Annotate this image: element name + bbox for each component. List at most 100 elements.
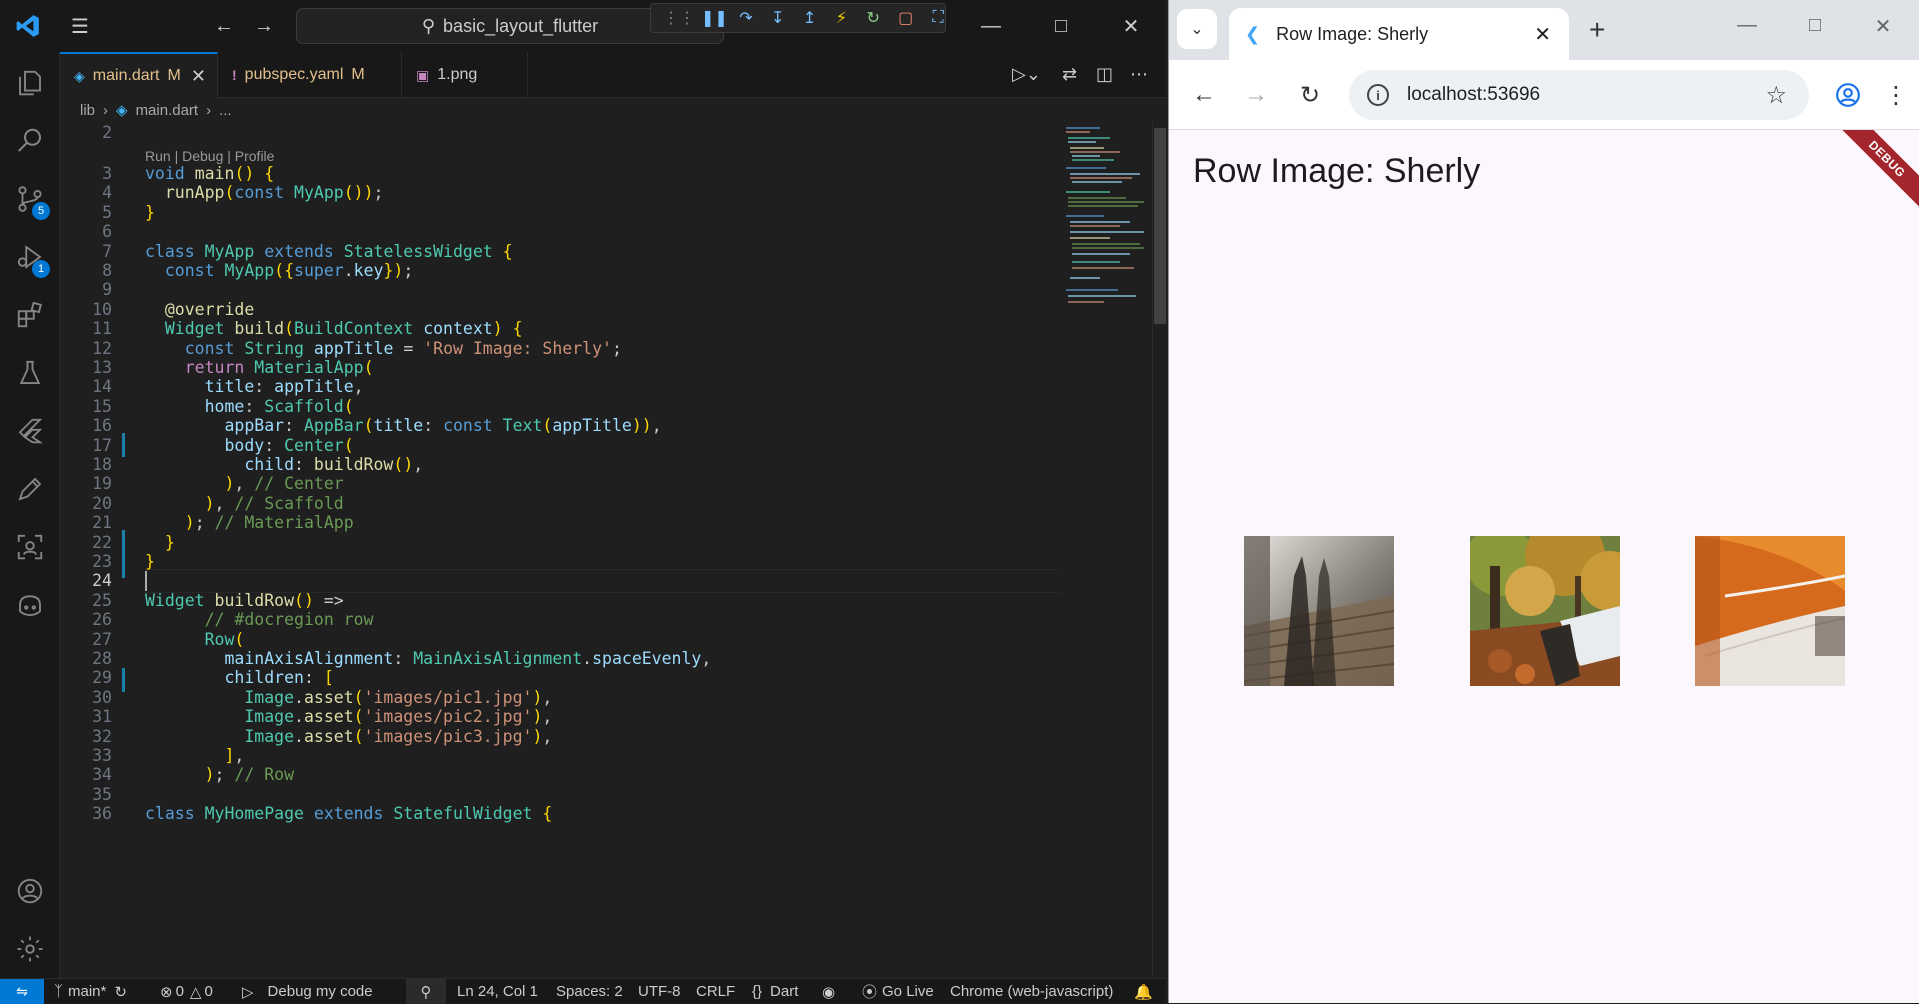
code-editor[interactable]: Run | Debug | Profile 2 3 void main() {4 r… (60, 120, 1105, 978)
back-arrow-icon[interactable]: ← (1187, 78, 1221, 112)
image-row (1169, 536, 1919, 686)
minimap-preview (1066, 127, 1144, 303)
broadcast-icon: ⦿ (862, 984, 878, 1001)
bookmark-star-icon[interactable]: ☆ (1765, 81, 1787, 110)
stop-icon[interactable]: ▢ (898, 8, 913, 28)
close-tab-icon[interactable]: ✕ (1534, 22, 1551, 47)
forward-arrow-icon[interactable]: → (1239, 78, 1273, 112)
chrome-tab-strip: ⌄ ❮ Row Image: Sherly ✕ + — □ ✕ (1169, 0, 1919, 60)
copilot-status-icon[interactable]: ◉ (822, 979, 835, 1004)
breadcrumb-item[interactable]: main.dart (136, 102, 199, 119)
tab-1-png[interactable]: ▣ 1.png (402, 52, 528, 98)
code-line[interactable]: 2 (60, 120, 1060, 144)
tab-label: 1.png (437, 66, 478, 83)
address-bar[interactable]: i localhost:53696 ☆ (1349, 70, 1809, 120)
flutter-app-viewport: Row Image: Sherly DEBUG (1169, 130, 1919, 1003)
search-icon[interactable] (0, 116, 60, 166)
go-live-button[interactable]: ⦿ Go Live (862, 979, 934, 1004)
language-mode[interactable]: {} Dart (752, 979, 798, 1004)
source-control-icon[interactable]: 5 (0, 174, 60, 224)
split-editor-icon[interactable]: ◫ (1096, 64, 1113, 85)
drag-handle-icon[interactable]: ⋮⋮ (663, 8, 695, 28)
indentation[interactable]: Spaces: 2 (556, 979, 623, 1004)
compare-changes-icon[interactable]: ⇄ (1062, 64, 1077, 85)
manage-gear-icon[interactable] (0, 924, 60, 974)
more-actions-icon[interactable]: ⋯ (1130, 64, 1148, 85)
breadcrumb-item[interactable]: ... (219, 102, 232, 119)
vertical-scrollbar[interactable] (1152, 122, 1166, 978)
forward-arrow-icon[interactable]: → (250, 12, 278, 40)
tab-pubspec-yaml[interactable]: ! pubspec.yaml M (218, 52, 402, 98)
scrollbar-thumb[interactable] (1154, 128, 1166, 324)
step-over-icon[interactable]: ↷ (739, 8, 753, 28)
pic1-image (1244, 536, 1395, 686)
problems-indicator[interactable]: ⊗ 0 △ 0 (160, 979, 213, 1004)
encoding[interactable]: UTF-8 (638, 979, 681, 1004)
chrome-toolbar: ← → ↻ i localhost:53696 ☆ ⋮ (1169, 60, 1919, 130)
minimize-icon[interactable]: — (968, 10, 1014, 42)
step-into-icon[interactable]: ↧ (771, 8, 785, 28)
line-ending[interactable]: CRLF (696, 979, 735, 1004)
site-info-icon[interactable]: i (1367, 84, 1389, 106)
testing-icon[interactable] (0, 348, 60, 398)
pause-icon[interactable]: ❚❚ (701, 8, 728, 28)
menu-icon[interactable]: ☰ (66, 12, 94, 40)
profile-icon[interactable] (1831, 78, 1865, 112)
braces-icon: {} (752, 983, 763, 1000)
maximize-icon[interactable]: □ (1038, 10, 1084, 42)
zoom-search-icon[interactable]: ⚲ (406, 979, 446, 1004)
notifications-bell-icon[interactable]: 🔔 (1134, 979, 1153, 1004)
remote-indicator-icon[interactable]: ⇋ (0, 978, 44, 1004)
remote-explorer-icon[interactable] (0, 522, 60, 572)
explorer-icon[interactable] (0, 58, 60, 108)
hot-reload-icon[interactable]: ⚡ (834, 8, 848, 28)
tab-label: main.dart (92, 67, 160, 84)
url-text: localhost:53696 (1407, 84, 1541, 105)
tab-search-chevron-icon[interactable]: ⌄ (1177, 9, 1217, 49)
source-control-badge: 5 (32, 202, 50, 220)
debug-config[interactable]: ▷ Debug my code (242, 979, 373, 1004)
inspect-icon[interactable]: ⛶ (931, 9, 945, 27)
accounts-icon[interactable] (0, 866, 60, 916)
chevron-right-icon: › (206, 101, 212, 119)
run-debug-dropdown-icon[interactable]: ▷⌄ (1012, 64, 1041, 85)
cursor-position[interactable]: Ln 24, Col 1 (457, 979, 538, 1004)
yaml-icon: ! (232, 67, 237, 83)
breadcrumb: lib › ◈ main.dart › ... (60, 98, 1060, 122)
reload-icon[interactable]: ↻ (1293, 78, 1327, 112)
code-text: class MyHomePage extends StatefulWidget … (145, 804, 553, 824)
command-center-label: basic_layout_flutter (443, 15, 599, 36)
close-icon[interactable]: ✕ (191, 66, 206, 87)
close-window-icon[interactable]: ✕ (1863, 14, 1903, 39)
flutter-icon[interactable] (0, 406, 60, 456)
copilot-icon[interactable] (0, 580, 60, 630)
tab-main-dart[interactable]: ◈ main.dart M ✕ (60, 52, 218, 98)
close-window-icon[interactable]: ✕ (1108, 10, 1154, 42)
debug-icon: ▷ (242, 983, 254, 1001)
maximize-icon[interactable]: □ (1795, 14, 1835, 37)
branch-name: main* (68, 983, 107, 1000)
branch-indicator[interactable]: ᛉ main* ↻ (54, 979, 127, 1004)
tab-status: M (351, 66, 365, 83)
warning-count: 0 (204, 983, 213, 1000)
step-out-icon[interactable]: ↥ (803, 8, 817, 28)
extensions-icon[interactable] (0, 290, 60, 340)
sync-icon[interactable]: ↻ (114, 983, 127, 1001)
device-selector[interactable]: Chrome (web-javascript) (950, 979, 1113, 1004)
line-number: 36 (92, 804, 112, 824)
back-arrow-icon[interactable]: ← (210, 12, 238, 40)
pen-icon[interactable] (0, 464, 60, 514)
activity-bar: 5 1 (0, 52, 60, 978)
minimize-icon[interactable]: — (1727, 14, 1767, 37)
new-tab-plus-icon[interactable]: + (1589, 14, 1605, 46)
run-debug-icon[interactable]: 1 (0, 232, 60, 282)
minimap[interactable] (1060, 122, 1152, 978)
restart-icon[interactable]: ↻ (866, 8, 880, 28)
chrome-tab[interactable]: ❮ Row Image: Sherly ✕ (1229, 8, 1569, 60)
breadcrumb-item[interactable]: lib (80, 102, 95, 119)
more-menu-icon[interactable]: ⋮ (1879, 78, 1913, 112)
pic3-image (1694, 536, 1845, 686)
code-line[interactable]: 36 class MyHomePage extends StatefulWidge… (60, 802, 1060, 826)
dart-icon: ◈ (74, 67, 85, 84)
chevron-right-icon: › (103, 101, 109, 119)
